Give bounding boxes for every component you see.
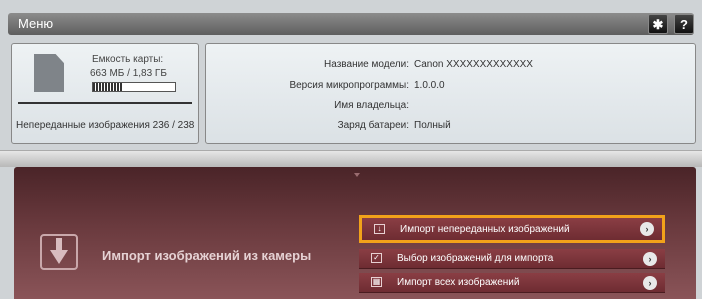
menu-bar: Меню [8,13,694,35]
arrow-right-icon: › [640,222,654,236]
import-untransferred-button[interactable]: ↓ Импорт непереданных изображений › [359,215,665,243]
model-name-label: Название модели: [324,59,409,70]
battery-value: Полный [414,120,451,131]
settings-button[interactable]: ✱ [648,14,668,34]
model-name-value: Canon XXXXXXXXXXXXX [414,59,533,70]
battery-label: Заряд батареи: [337,120,409,131]
memory-card-panel: Емкость карты: 663 МБ / 1,83 ГБ Непереда… [11,43,199,144]
gear-icon: ✱ [652,17,664,32]
untransferred-count: Непереданные изображения 236 / 238 [16,120,195,131]
option-label: Импорт непереданных изображений [400,224,570,235]
camera-info-panel: Название модели: Canon XXXXXXXXXXXXX Вер… [205,43,696,144]
camera-import-icon [40,234,78,270]
capacity-bar-fill [93,83,123,91]
firmware-value: 1.0.0.0 [414,80,445,91]
firmware-label: Версия микропрограммы: [289,80,409,91]
import-panel: Импорт изображений из камеры ↓ Импорт не… [14,167,696,299]
option-label: Импорт всех изображений [397,277,520,288]
option-label: Выбор изображений для импорта [397,253,554,264]
import-icon: ↓ [374,224,385,234]
card-divider [18,102,192,104]
import-all-button[interactable]: ▦ Импорт всех изображений › [359,273,665,293]
owner-label: Имя владельца: [334,100,409,111]
help-button[interactable]: ? [674,14,694,34]
arrow-right-icon: › [643,252,657,266]
capacity-value: 663 МБ / 1,83 ГБ [90,68,167,79]
chevron-down-icon [354,173,360,177]
grid-icon: ▦ [371,277,382,287]
import-panel-title: Импорт изображений из камеры [102,248,312,263]
capacity-label: Емкость карты: [92,54,164,65]
menu-title[interactable]: Меню [18,16,53,31]
section-divider [0,150,702,167]
checkbox-icon: ✓ [371,253,382,263]
select-images-button[interactable]: ✓ Выбор изображений для импорта › [359,249,665,269]
sd-card-icon [34,54,64,92]
capacity-bar [92,82,176,92]
arrow-right-icon: › [643,276,657,290]
